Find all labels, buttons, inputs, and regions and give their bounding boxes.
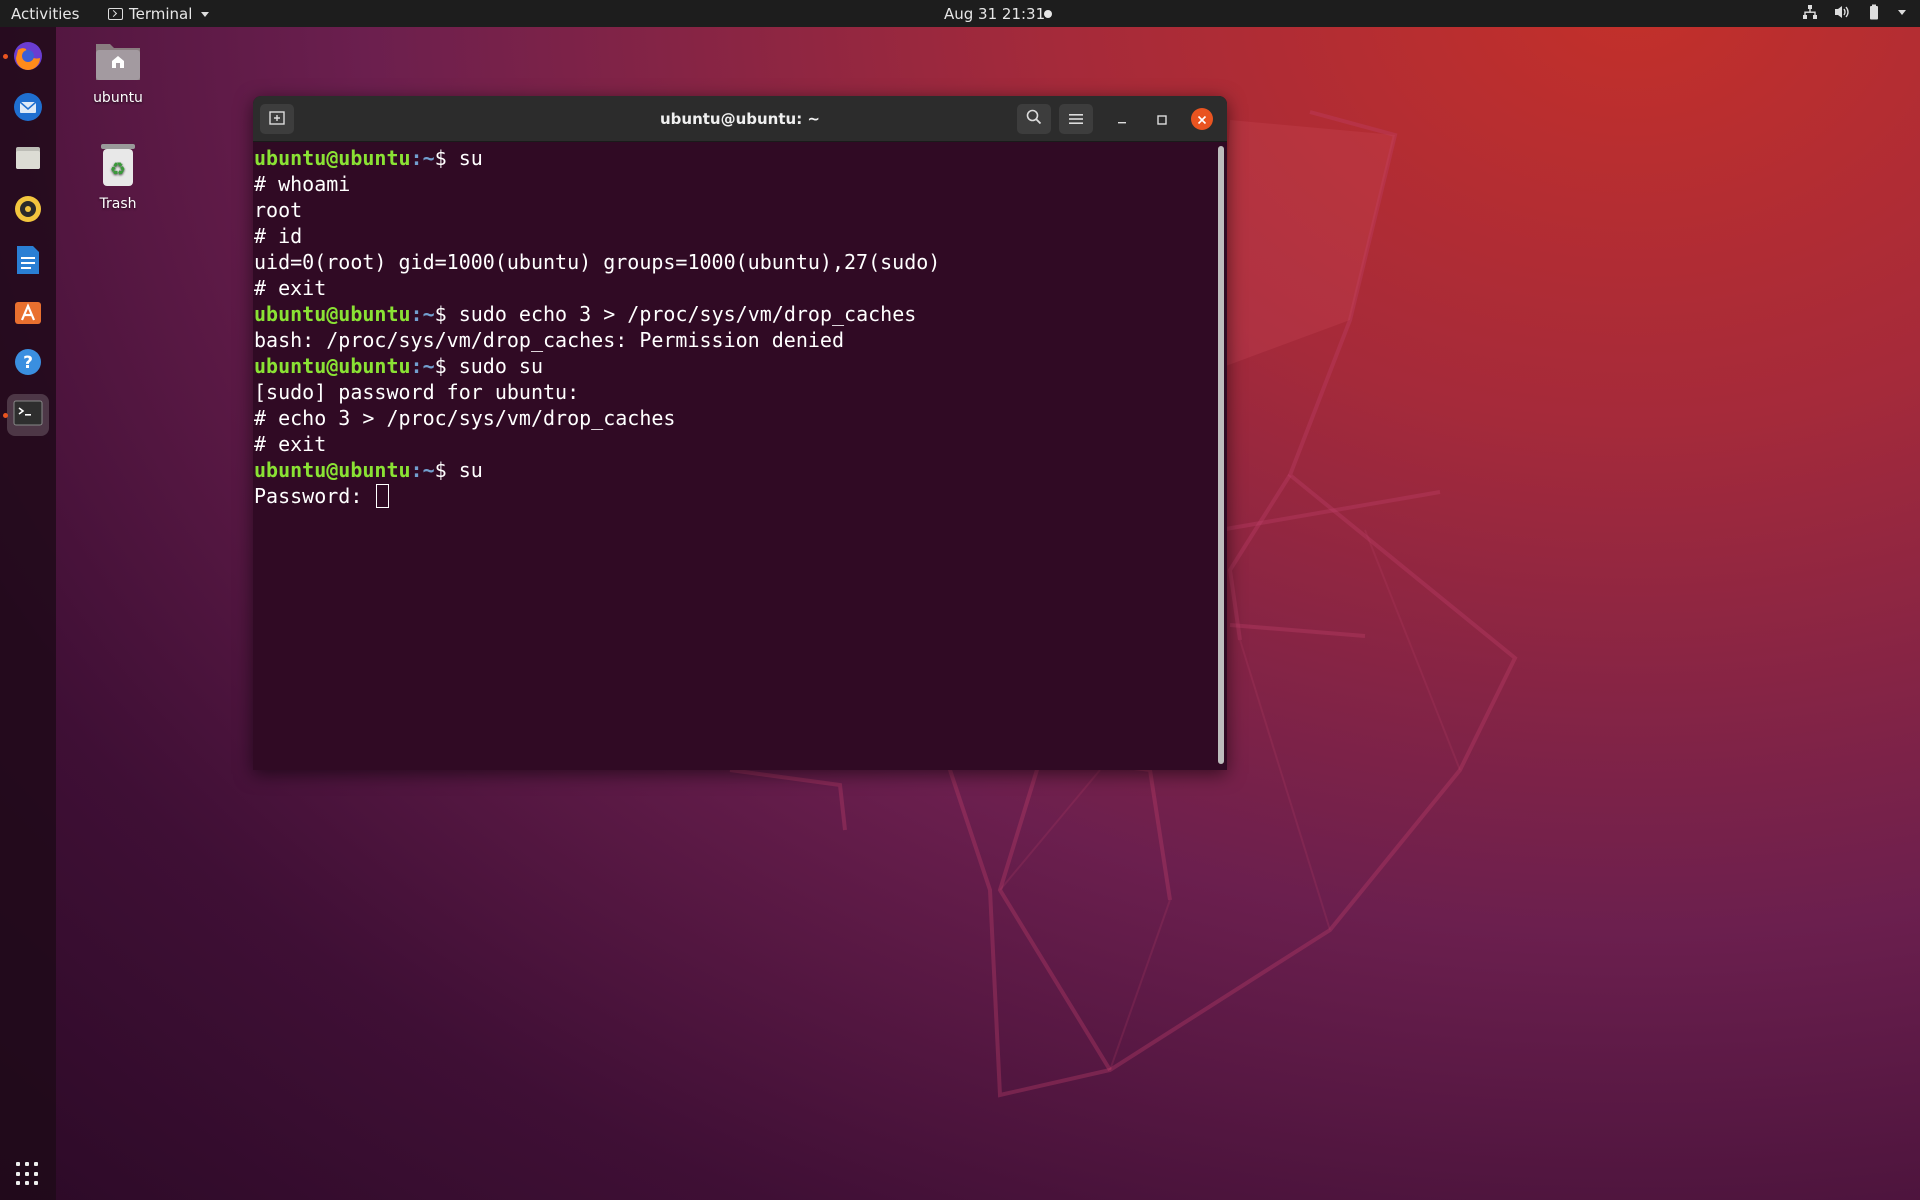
prompt-path: :~ bbox=[410, 354, 435, 378]
dock-software[interactable] bbox=[7, 292, 49, 334]
prompt-path: :~ bbox=[410, 302, 435, 326]
show-applications-button[interactable] bbox=[16, 1162, 40, 1186]
app-menu-label: Terminal bbox=[129, 5, 193, 23]
network-icon bbox=[1802, 4, 1818, 20]
terminal-output[interactable]: ubuntu@ubuntu:~$ su # whoami root # id uid=0… bbox=[253, 142, 1227, 770]
prompt-user: ubuntu@ubuntu bbox=[254, 146, 411, 170]
password-prompt-line: Password: bbox=[254, 483, 1227, 509]
menu-button[interactable] bbox=[1059, 104, 1093, 134]
search-button[interactable] bbox=[1017, 104, 1051, 134]
activities-button[interactable]: Activities bbox=[11, 5, 79, 23]
output-line: uid=0(root) gid=1000(ubuntu) groups=1000… bbox=[254, 250, 941, 274]
prompt-line: ubuntu@ubuntu:~$ sudo echo 3 > /proc/sys… bbox=[254, 301, 1227, 327]
hamburger-menu-icon bbox=[1069, 110, 1083, 129]
running-indicator bbox=[3, 54, 8, 59]
chevron-down-icon bbox=[1898, 9, 1906, 15]
close-icon bbox=[1197, 110, 1207, 129]
output-line: # echo 3 > /proc/sys/vm/drop_caches bbox=[254, 406, 676, 430]
prompt-user: ubuntu@ubuntu bbox=[254, 302, 411, 326]
dock-firefox[interactable] bbox=[7, 37, 49, 79]
battery-icon bbox=[1866, 4, 1882, 20]
terminal-window[interactable]: ubuntu@ubuntu: ~ ubuntu@ubuntu:~$ su # w… bbox=[253, 96, 1227, 770]
notification-dot-icon bbox=[1044, 10, 1052, 18]
scrollbar[interactable] bbox=[1218, 146, 1224, 764]
document-icon bbox=[15, 245, 41, 279]
terminal-icon bbox=[13, 400, 43, 430]
command-text: $ sudo su bbox=[434, 354, 544, 378]
app-menu[interactable]: Terminal bbox=[108, 5, 210, 23]
prompt-user: ubuntu@ubuntu bbox=[254, 354, 411, 378]
desktop-home-folder[interactable]: ubuntu bbox=[70, 38, 166, 106]
close-button[interactable] bbox=[1191, 108, 1213, 130]
minimize-icon bbox=[1117, 110, 1127, 129]
help-icon: ? bbox=[13, 347, 43, 381]
desktop-trash[interactable]: ♻ Trash bbox=[70, 142, 166, 212]
output-line: # exit bbox=[254, 432, 327, 456]
dock-rhythmbox[interactable] bbox=[7, 190, 49, 232]
dock-thunderbird[interactable] bbox=[7, 88, 49, 130]
prompt-user: ubuntu@ubuntu bbox=[254, 458, 411, 482]
firefox-icon bbox=[12, 40, 44, 76]
dock-terminal[interactable] bbox=[7, 394, 49, 436]
chevron-down-icon bbox=[201, 11, 210, 17]
rhythmbox-icon bbox=[13, 194, 43, 228]
prompt-path: :~ bbox=[410, 146, 435, 170]
dock-writer[interactable] bbox=[7, 241, 49, 283]
terminal-icon bbox=[108, 8, 123, 20]
output-line: bash: /proc/sys/vm/drop_caches: Permissi… bbox=[254, 328, 845, 352]
svg-text:♻: ♻ bbox=[110, 159, 126, 180]
search-icon bbox=[1026, 109, 1042, 129]
dock-files[interactable] bbox=[7, 139, 49, 181]
output-line: # id bbox=[254, 224, 303, 248]
command-text: $ su bbox=[434, 458, 483, 482]
svg-text:?: ? bbox=[23, 353, 33, 373]
command-text: $ sudo echo 3 > /proc/sys/vm/drop_caches bbox=[434, 302, 917, 326]
output-line: # exit bbox=[254, 276, 327, 300]
output-line: [sudo] password for ubuntu: bbox=[254, 380, 580, 404]
thunderbird-icon bbox=[12, 91, 44, 127]
prompt-line: ubuntu@ubuntu:~$ su bbox=[254, 145, 1227, 171]
files-icon bbox=[13, 143, 43, 177]
output-line: root bbox=[254, 198, 303, 222]
terminal-titlebar[interactable]: ubuntu@ubuntu: ~ bbox=[253, 96, 1227, 142]
volume-icon bbox=[1834, 4, 1850, 20]
system-tray[interactable] bbox=[1802, 4, 1906, 20]
home-folder-icon bbox=[94, 44, 142, 86]
desktop-home-label: ubuntu bbox=[93, 90, 143, 106]
prompt-line: ubuntu@ubuntu:~$ su bbox=[254, 457, 1227, 483]
output-line: # whoami bbox=[254, 172, 351, 196]
desktop-trash-label: Trash bbox=[99, 196, 137, 212]
maximize-icon bbox=[1157, 110, 1167, 129]
command-text: $ su bbox=[434, 146, 483, 170]
clock[interactable]: Aug 31 21:31 bbox=[944, 5, 1045, 23]
maximize-button[interactable] bbox=[1151, 108, 1173, 130]
top-bar: Activities Terminal Aug 31 21:31 bbox=[0, 0, 1920, 27]
password-prompt: Password: bbox=[254, 484, 375, 508]
trash-icon: ♻ bbox=[98, 144, 138, 192]
prompt-path: :~ bbox=[410, 458, 435, 482]
software-store-icon bbox=[13, 296, 43, 330]
text-cursor[interactable] bbox=[376, 484, 390, 508]
dock: ? bbox=[0, 27, 56, 1200]
prompt-line: ubuntu@ubuntu:~$ sudo su bbox=[254, 353, 1227, 379]
minimize-button[interactable] bbox=[1111, 108, 1133, 130]
running-indicator bbox=[3, 413, 8, 418]
dock-help[interactable]: ? bbox=[7, 343, 49, 385]
